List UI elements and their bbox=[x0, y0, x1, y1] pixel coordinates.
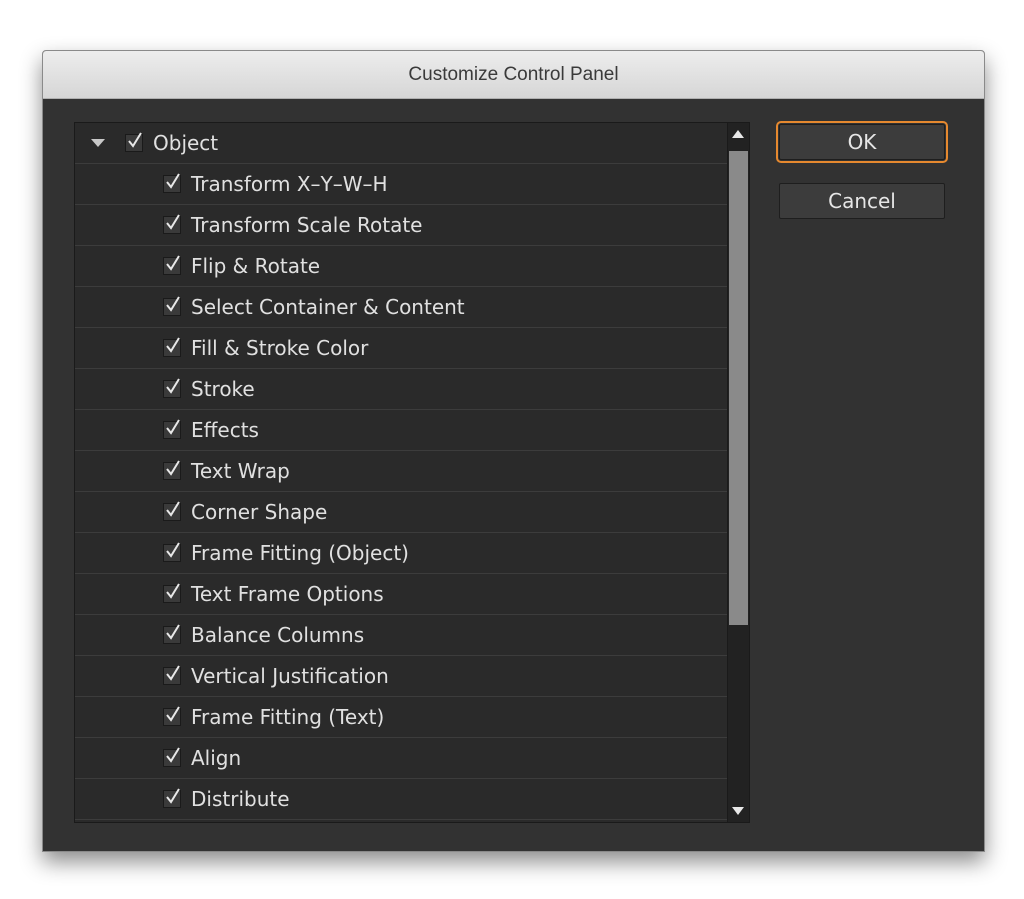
checkbox[interactable] bbox=[163, 214, 181, 234]
checkbox[interactable] bbox=[163, 419, 181, 439]
tree-group-row[interactable]: Object bbox=[75, 123, 727, 164]
dialog-title: Customize Control Panel bbox=[43, 51, 984, 99]
arrow-up-icon bbox=[732, 130, 744, 138]
checkbox[interactable] bbox=[163, 296, 181, 316]
tree-item-label: Align bbox=[191, 746, 242, 770]
checkbox[interactable] bbox=[163, 788, 181, 808]
scrollbar-thumb[interactable] bbox=[729, 151, 748, 625]
checkbox[interactable] bbox=[163, 665, 181, 685]
checkbox[interactable] bbox=[163, 378, 181, 398]
tree-item-row[interactable]: Corner Shape bbox=[75, 492, 727, 533]
checkmark-icon bbox=[166, 501, 180, 517]
tree-item-label: Text Wrap bbox=[191, 459, 290, 483]
checkmark-icon bbox=[166, 255, 180, 271]
arrow-down-icon bbox=[732, 807, 744, 815]
checkmark-icon bbox=[166, 214, 180, 230]
tree-item-row[interactable]: Frame Fitting (Text) bbox=[75, 697, 727, 738]
checkmark-icon bbox=[166, 747, 180, 763]
tree-item-row[interactable]: Transform X–Y–W–H bbox=[75, 164, 727, 205]
tree-item-label: Object bbox=[153, 131, 219, 155]
customize-control-panel-dialog: Customize Control Panel Object Transform … bbox=[42, 50, 985, 852]
checkbox[interactable] bbox=[163, 255, 181, 275]
tree-item-label: Transform Scale Rotate bbox=[191, 213, 423, 237]
checkmark-icon bbox=[166, 542, 180, 558]
checkbox[interactable] bbox=[163, 706, 181, 726]
checkmark-icon bbox=[166, 337, 180, 353]
tree-item-label: Corner Shape bbox=[191, 500, 328, 524]
tree-item-row[interactable]: Fill & Stroke Color bbox=[75, 328, 727, 369]
checkbox[interactable] bbox=[163, 337, 181, 357]
tree-rows: Object Transform X–Y–W–H Transform Scale R… bbox=[75, 123, 727, 820]
tree-item-label: Frame Fitting (Text) bbox=[191, 705, 385, 729]
checkmark-icon bbox=[166, 788, 180, 804]
tree-item-label: Vertical Justification bbox=[191, 664, 389, 688]
tree-item-label: Flip & Rotate bbox=[191, 254, 321, 278]
tree-item-row[interactable]: Effects bbox=[75, 410, 727, 451]
tree-item-label: Fill & Stroke Color bbox=[191, 336, 369, 360]
checkmark-icon bbox=[166, 296, 180, 312]
tree-item-row[interactable]: Select Container & Content bbox=[75, 287, 727, 328]
checkmark-icon bbox=[166, 173, 180, 189]
tree-item-row[interactable]: Balance Columns bbox=[75, 615, 727, 656]
scroll-up-button[interactable] bbox=[728, 123, 749, 147]
checkbox[interactable] bbox=[163, 624, 181, 644]
tree-item-row[interactable]: Transform Scale Rotate bbox=[75, 205, 727, 246]
checkbox[interactable] bbox=[163, 747, 181, 767]
checkmark-icon bbox=[128, 132, 142, 148]
checkbox[interactable] bbox=[163, 173, 181, 193]
tree-item-label: Effects bbox=[191, 418, 259, 442]
tree-item-row[interactable]: Vertical Justification bbox=[75, 656, 727, 697]
checkmark-icon bbox=[166, 624, 180, 640]
checkbox[interactable] bbox=[163, 460, 181, 480]
checkmark-icon bbox=[166, 706, 180, 722]
tree-item-row[interactable]: Align bbox=[75, 738, 727, 779]
vertical-scrollbar[interactable] bbox=[727, 123, 749, 822]
tree-item-row[interactable]: Distribute bbox=[75, 779, 727, 820]
tree-item-label: Balance Columns bbox=[191, 623, 365, 647]
tree-item-label: Select Container & Content bbox=[191, 295, 465, 319]
tree-item-label: Distribute bbox=[191, 787, 290, 811]
ok-button[interactable]: OK bbox=[776, 121, 948, 163]
tree-item-row[interactable]: Frame Fitting (Object) bbox=[75, 533, 727, 574]
checkbox[interactable] bbox=[163, 583, 181, 603]
tree-item-label: Text Frame Options bbox=[191, 582, 384, 606]
control-panel-tree-list[interactable]: Object Transform X–Y–W–H Transform Scale R… bbox=[74, 122, 750, 823]
scroll-down-button[interactable] bbox=[728, 798, 749, 822]
checkmark-icon bbox=[166, 583, 180, 599]
checkmark-icon bbox=[166, 419, 180, 435]
checkbox[interactable] bbox=[125, 132, 143, 152]
tree-item-label: Stroke bbox=[191, 377, 255, 401]
checkmark-icon bbox=[166, 460, 180, 476]
tree-item-row[interactable]: Flip & Rotate bbox=[75, 246, 727, 287]
tree-item-row[interactable]: Stroke bbox=[75, 369, 727, 410]
cancel-button[interactable]: Cancel bbox=[779, 183, 945, 219]
tree-item-row[interactable]: Text Wrap bbox=[75, 451, 727, 492]
checkbox[interactable] bbox=[163, 501, 181, 521]
tree-item-label: Transform X–Y–W–H bbox=[191, 172, 388, 196]
tree-item-label: Frame Fitting (Object) bbox=[191, 541, 409, 565]
checkbox[interactable] bbox=[163, 542, 181, 562]
checkmark-icon bbox=[166, 665, 180, 681]
checkmark-icon bbox=[166, 378, 180, 394]
disclosure-triangle-icon[interactable] bbox=[91, 139, 105, 147]
tree-item-row[interactable]: Text Frame Options bbox=[75, 574, 727, 615]
